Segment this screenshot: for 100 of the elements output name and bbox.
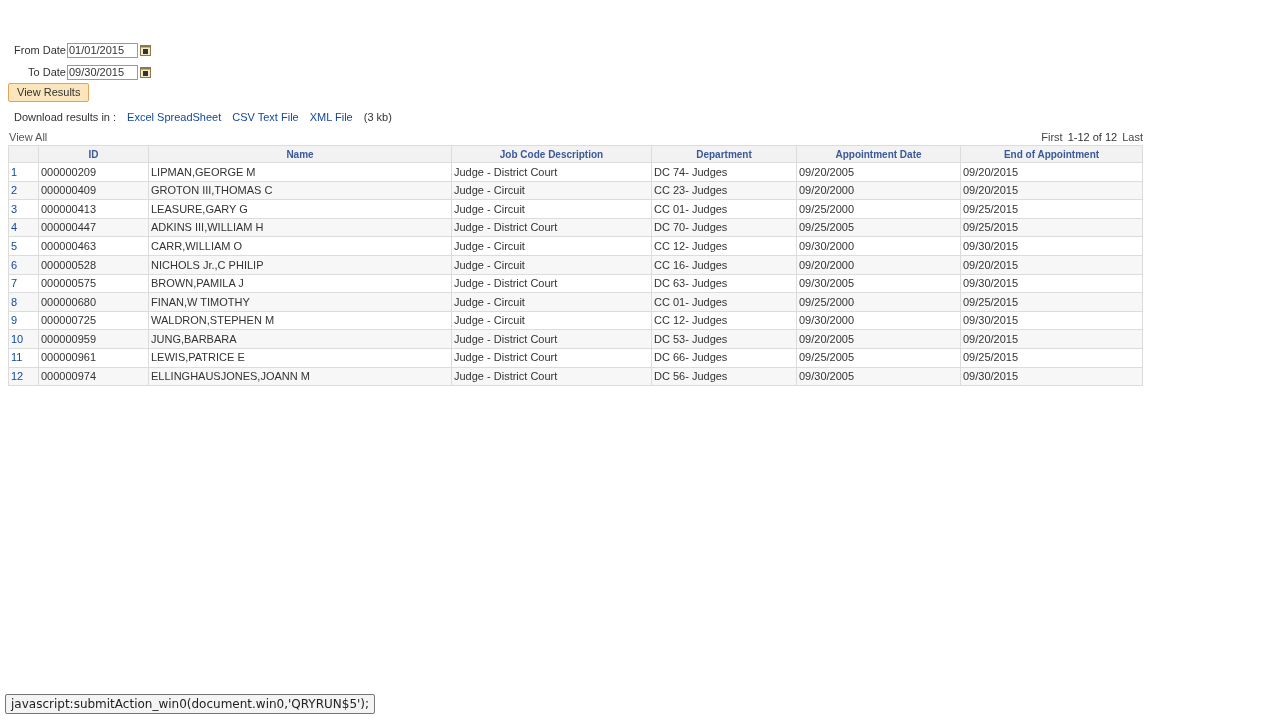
column-header[interactable]: Appointment Date <box>796 145 961 163</box>
row-number: 5 <box>8 236 39 256</box>
download-link[interactable]: CSV Text File <box>232 108 299 126</box>
table-cell: Judge - Circuit <box>451 181 652 200</box>
table-cell: Judge - District Court <box>451 367 652 386</box>
table-cell: 09/25/2015 <box>960 218 1143 237</box>
table-cell: DC 66- Judges <box>651 348 797 368</box>
column-header[interactable]: Department <box>651 145 797 163</box>
table-cell: Judge - District Court <box>451 329 652 349</box>
table-cell: DC 56- Judges <box>651 367 797 386</box>
column-header[interactable]: End of Appointment <box>960 145 1143 163</box>
field-label: To Date <box>27 64 66 80</box>
view-results-button[interactable]: View Results <box>8 83 90 102</box>
view-all-link[interactable]: View All <box>8 128 48 146</box>
table-cell: 09/30/2005 <box>796 274 961 293</box>
table-cell: 09/20/2015 <box>960 162 1143 182</box>
table-cell: Judge - Circuit <box>451 236 652 256</box>
table-cell: 09/25/2000 <box>796 292 961 312</box>
table-cell: 09/30/2000 <box>796 236 961 256</box>
table-cell: Judge - Circuit <box>451 255 652 275</box>
table-cell: 09/20/2000 <box>796 181 961 200</box>
table-cell: 000000209 <box>38 162 149 182</box>
table-cell: 09/20/2015 <box>960 181 1143 200</box>
row-number: 3 <box>8 199 39 219</box>
status-tooltip: javascript:submitAction_win0(document.win0,'QRYRUN$5'); <box>5 694 376 714</box>
table-cell: 000000447 <box>38 218 149 237</box>
table-cell: FINAN,W TIMOTHY <box>148 292 452 312</box>
table-cell: 09/25/2015 <box>960 292 1143 312</box>
table-cell: 09/20/2015 <box>960 329 1143 349</box>
table-cell: CC 23- Judges <box>651 181 797 200</box>
table-cell: DC 53- Judges <box>651 329 797 349</box>
table-cell: Judge - Circuit <box>451 292 652 312</box>
row-number: 7 <box>8 274 39 293</box>
table-cell: CC 16- Judges <box>651 255 797 275</box>
table-cell: 000000528 <box>38 255 149 275</box>
table-cell: 09/25/2005 <box>796 218 961 237</box>
table-cell: 09/20/2015 <box>960 255 1143 275</box>
table-cell: 09/20/2005 <box>796 162 961 182</box>
table-cell: 000000413 <box>38 199 149 219</box>
file-size: (3 kb) <box>363 109 392 125</box>
table-cell: Judge - District Court <box>451 218 652 237</box>
table-cell: DC 74- Judges <box>651 162 797 182</box>
table-cell: ADKINS III,WILLIAM H <box>148 218 452 237</box>
row-number: 12 <box>8 367 39 386</box>
date-field[interactable]: 01/01/2015 <box>67 42 138 58</box>
first-link[interactable]: First <box>1041 128 1063 146</box>
table-cell: CC 12- Judges <box>651 236 797 256</box>
table-cell: 000000409 <box>38 181 149 200</box>
table-cell: 09/30/2015 <box>960 311 1143 330</box>
table-cell: DC 70- Judges <box>651 218 797 237</box>
table-cell: ELLINGHAUSJONES,JOANN M <box>148 367 452 386</box>
table-cell: LIPMAN,GEORGE M <box>148 162 452 182</box>
download-link[interactable]: XML File <box>309 108 353 126</box>
row-number: 8 <box>8 292 39 312</box>
table-cell: 09/20/2000 <box>796 255 961 275</box>
table-cell: 000000959 <box>38 329 149 349</box>
table-cell: 09/25/2000 <box>796 199 961 219</box>
calendar-icon[interactable] <box>140 66 151 78</box>
table-cell: 09/25/2015 <box>960 199 1143 219</box>
table-cell: LEASURE,GARY G <box>148 199 452 219</box>
table-cell: 09/30/2000 <box>796 311 961 330</box>
table-cell: WALDRON,STEPHEN M <box>148 311 452 330</box>
table-cell: CC 01- Judges <box>651 292 797 312</box>
last-link[interactable]: Last <box>1122 128 1143 146</box>
table-cell: Judge - District Court <box>451 348 652 368</box>
table-cell: NICHOLS Jr.,C PHILIP <box>148 255 452 275</box>
table-cell: 000000725 <box>38 311 149 330</box>
table-cell: GROTON III,THOMAS C <box>148 181 452 200</box>
row-number: 6 <box>8 255 39 275</box>
table-cell: CARR,WILLIAM O <box>148 236 452 256</box>
table-cell: LEWIS,PATRICE E <box>148 348 452 368</box>
table-cell: 000000463 <box>38 236 149 256</box>
table-cell: 09/25/2015 <box>960 348 1143 368</box>
column-header[interactable]: ID <box>38 145 149 163</box>
column-header[interactable]: Name <box>148 145 452 163</box>
table-cell: DC 63- Judges <box>651 274 797 293</box>
table-cell: 000000974 <box>38 367 149 386</box>
table-cell: 000000961 <box>38 348 149 368</box>
download-label: Download results in : <box>14 109 117 125</box>
table-cell: 09/20/2005 <box>796 329 961 349</box>
row-number: 2 <box>8 181 39 200</box>
row-number: 4 <box>8 218 39 237</box>
download-link[interactable]: Excel SpreadSheet <box>127 108 222 126</box>
date-field[interactable]: 09/30/2015 <box>67 64 138 80</box>
table-cell: Judge - Circuit <box>451 311 652 330</box>
page-range: 1-12 of 12 <box>1067 129 1118 145</box>
column-header[interactable]: Job Code Description <box>451 145 652 163</box>
table-cell: JUNG,BARBARA <box>148 329 452 349</box>
table-cell: Judge - Circuit <box>451 199 652 219</box>
table-cell: 09/30/2015 <box>960 274 1143 293</box>
calendar-icon[interactable] <box>140 44 151 56</box>
table-cell: 09/30/2015 <box>960 367 1143 386</box>
table-cell: BROWN,PAMILA J <box>148 274 452 293</box>
table-cell: CC 01- Judges <box>651 199 797 219</box>
table-cell: Judge - District Court <box>451 274 652 293</box>
table-cell: 09/30/2015 <box>960 236 1143 256</box>
table-cell: 09/25/2005 <box>796 348 961 368</box>
field-label: From Date <box>13 42 66 58</box>
table-cell: 09/30/2005 <box>796 367 961 386</box>
row-number: 1 <box>8 162 39 182</box>
